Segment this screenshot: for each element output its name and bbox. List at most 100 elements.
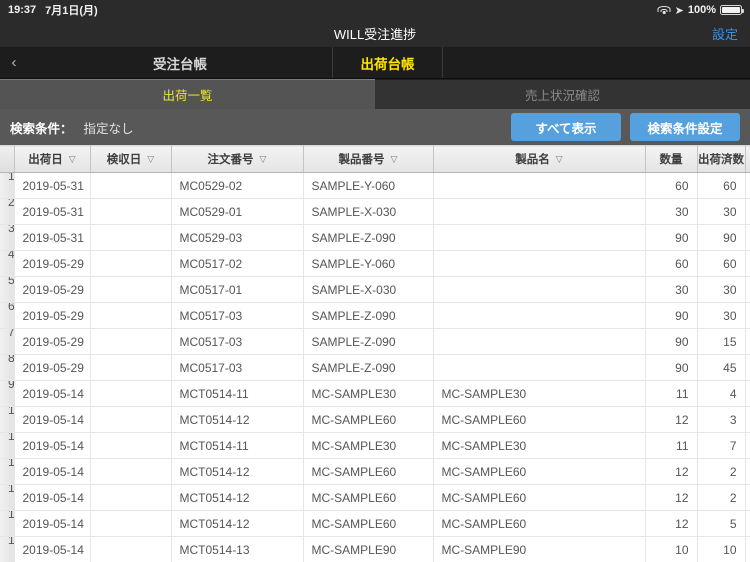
cell-ext: 2: [745, 276, 750, 303]
column-header-ship-date[interactable]: 出荷日 ▽: [14, 145, 91, 173]
column-header-inspection-date[interactable]: 検収日 ▽: [90, 145, 172, 173]
cell-ship: 2019-05-31: [14, 198, 91, 225]
table-row[interactable]: 72019-05-29 MC0517-03SAMPLE-Z-090 90152: [0, 328, 750, 355]
table-row[interactable]: 32019-05-31MC0529-03SAMPLE-Z-09090902: [0, 224, 750, 251]
search-condition-bar: 検索条件： 指定なし すべて表示 検索条件設定: [0, 109, 750, 145]
cell-pnm: MC-SAMPLE30: [433, 380, 646, 407]
cell-pno: SAMPLE-Z-090: [303, 354, 434, 381]
cell-pno: MC-SAMPLE60: [303, 458, 434, 485]
column-header-product-number[interactable]: 製品番号 ▽: [303, 145, 434, 173]
row-number-cell: 6: [0, 302, 15, 329]
table-row[interactable]: 92019-05-14MCT0514-11MC-SAMPLE30MC-SAMPL…: [0, 380, 750, 407]
cell-pnm: MC-SAMPLE60: [433, 510, 646, 537]
settings-button[interactable]: 設定: [712, 24, 738, 43]
table-row[interactable]: 42019-05-29MC0517-02SAMPLE-Y-06060602: [0, 250, 750, 277]
app-window: 19:37 7月1日(月) ➤ 100% WILL受注進捗 設定 ‹ 受注台帳 …: [0, 0, 750, 562]
ledger-nav: ‹ 受注台帳 出荷台帳: [0, 47, 750, 79]
cell-pnm: [433, 224, 646, 251]
column-header-shipped-quantity[interactable]: 出荷済数: [697, 145, 746, 173]
cell-qty: 12: [645, 458, 698, 485]
cell-ship: 2019-05-14: [14, 432, 91, 459]
cell-ord: MCT0514-12: [171, 406, 304, 433]
title-bar: WILL受注進捗 設定: [0, 20, 750, 47]
cell-ord: MC0529-01: [171, 198, 304, 225]
table-row[interactable]: 62019-05-29 MC0517-03SAMPLE-Z-090 90302: [0, 302, 750, 329]
filter-triangle-icon: ▽: [390, 153, 398, 164]
cell-ord: MC0517-02: [171, 250, 304, 277]
row-number-cell: 10: [0, 406, 15, 433]
cell-shp: 2: [697, 458, 746, 485]
cell-insp: [90, 536, 172, 562]
wifi-icon: [657, 5, 671, 15]
cell-insp: [90, 328, 172, 355]
filter-triangle-icon: ▽: [259, 153, 267, 164]
cell-ext: 2: [745, 198, 750, 225]
table-row[interactable]: 132019-05-14MCT0514-12MC-SAMPLE60MC-SAMP…: [0, 484, 750, 511]
cell-qty: 30: [645, 276, 698, 303]
shipping-table: 出荷日▽ 検収日▽ 注文番号 ▽ 製品番号 ▽ 製品名▽ 数量 出荷済数 12019…: [0, 145, 750, 562]
page-title: WILL受注進捗: [333, 27, 417, 42]
cell-pnm: MC-SAMPLE30: [433, 432, 646, 459]
cell-pno: SAMPLE-X-030: [303, 198, 434, 225]
table-row[interactable]: 152019-05-14MCT0514-13MC-SAMPLE90MC-SAMP…: [0, 536, 750, 562]
filter-triangle-icon: ▽: [555, 153, 563, 164]
search-settings-button[interactable]: 検索条件設定: [630, 113, 740, 141]
row-number-cell: 13: [0, 484, 15, 511]
row-number-cell: 15: [0, 536, 15, 562]
table-row[interactable]: 12019-05-31MC0529-02SAMPLE-Y-06060602: [0, 172, 750, 199]
cell-ship: 2019-05-14: [14, 380, 91, 407]
cell-insp: [90, 432, 172, 459]
row-number-cell: 8: [0, 354, 15, 381]
cell-ext: 2: [745, 484, 750, 511]
cell-pno: MC-SAMPLE90: [303, 536, 434, 562]
table-row[interactable]: 112019-05-14MCT0514-11MC-SAMPLE30MC-SAMP…: [0, 432, 750, 459]
ledger-tab-juchu[interactable]: 受注台帳: [28, 47, 333, 78]
column-header-product-name[interactable]: 製品名 ▽: [433, 145, 646, 173]
row-number-cell: 3: [0, 224, 15, 251]
table-row[interactable]: 102019-05-14MCT0514-12MC-SAMPLE60MC-SAMP…: [0, 406, 750, 433]
row-number-cell: 7: [0, 328, 15, 355]
cell-qty: 90: [645, 302, 698, 329]
tab-sales-status[interactable]: 売上状況確認: [375, 79, 750, 109]
row-number-cell: 14: [0, 510, 15, 537]
column-header-quantity[interactable]: 数量: [645, 145, 698, 173]
cell-insp: [90, 250, 172, 277]
ledger-tab-shukka[interactable]: 出荷台帳: [333, 47, 443, 78]
cell-ord: MCT0514-12: [171, 458, 304, 485]
cell-shp: 15: [697, 328, 746, 355]
cell-ord: MC0517-03: [171, 302, 304, 329]
status-bar-left: 19:37 7月1日(月): [8, 2, 98, 18]
cell-ord: MC0529-03: [171, 224, 304, 251]
column-header-overflow[interactable]: [745, 145, 750, 173]
cell-ord: MC0517-03: [171, 354, 304, 381]
column-header-product-number-label: 製品番号: [338, 154, 385, 166]
battery-percent: 100%: [687, 4, 716, 16]
cell-ord: MCT0514-12: [171, 484, 304, 511]
column-header-shipped-quantity-label: 出荷済数: [698, 154, 744, 166]
table-row[interactable]: 22019-05-31MC0529-01SAMPLE-X-03030302: [0, 198, 750, 225]
chevron-left-icon[interactable]: ‹: [0, 47, 28, 78]
cell-qty: 10: [645, 536, 698, 562]
shipping-table-container[interactable]: 出荷日▽ 検収日▽ 注文番号 ▽ 製品番号 ▽ 製品名▽ 数量 出荷済数 12019…: [0, 145, 750, 562]
column-header-order-number[interactable]: 注文番号 ▽: [171, 145, 304, 173]
column-header-order-number-label: 注文番号: [207, 154, 254, 166]
filter-triangle-icon: ▽: [68, 153, 76, 164]
table-row[interactable]: 82019-05-29 MC0517-03SAMPLE-Z-090 90452: [0, 354, 750, 381]
cell-qty: 60: [645, 250, 698, 277]
tab-shipping-list[interactable]: 出荷一覧: [0, 79, 375, 109]
cell-ord: MCT0514-12: [171, 510, 304, 537]
cell-pno: SAMPLE-Z-090: [303, 224, 434, 251]
table-row[interactable]: 142019-05-14MCT0514-12MC-SAMPLE60MC-SAMP…: [0, 510, 750, 537]
cell-qty: 90: [645, 328, 698, 355]
cell-pnm: MC-SAMPLE60: [433, 458, 646, 485]
cell-pnm: [433, 172, 646, 199]
show-all-button[interactable]: すべて表示: [511, 113, 621, 141]
cell-shp: 7: [697, 432, 746, 459]
cell-qty: 30: [645, 198, 698, 225]
table-row[interactable]: 52019-05-29MC0517-01SAMPLE-X-03030302: [0, 276, 750, 303]
cell-insp: [90, 276, 172, 303]
cell-shp: 60: [697, 172, 746, 199]
cell-insp: [90, 302, 172, 329]
column-header-quantity-label: 数量: [659, 154, 683, 166]
table-row[interactable]: 122019-05-14MCT0514-12MC-SAMPLE60MC-SAMP…: [0, 458, 750, 485]
